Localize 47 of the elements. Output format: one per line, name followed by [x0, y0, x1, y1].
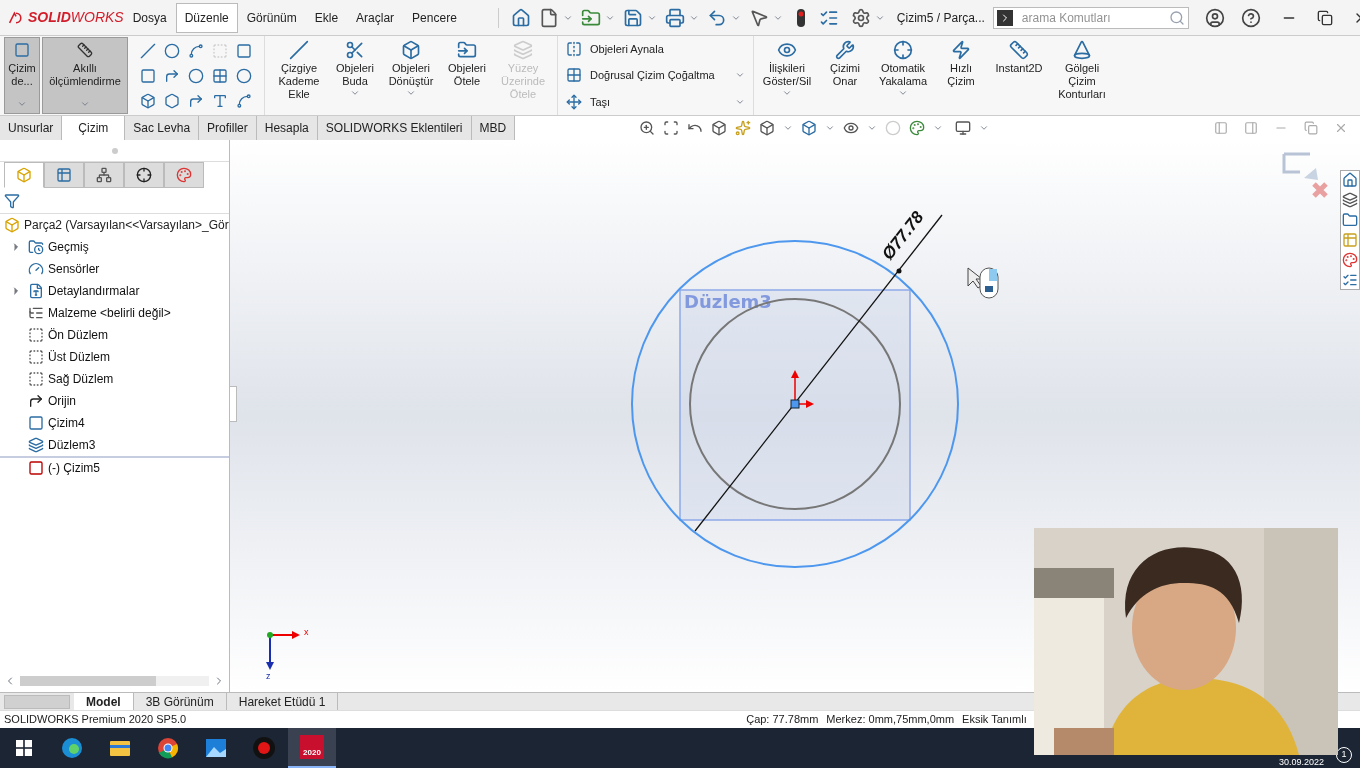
tree-item[interactable]: Detaylandırmalar [48, 282, 140, 300]
tree-item[interactable]: Ön Düzlem [48, 326, 109, 344]
tree-item[interactable]: Orijin [48, 392, 76, 410]
tree-item[interactable]: Malzeme <belirli değil> [48, 304, 171, 322]
ribbon-command-button[interactable]: Objeleri Buda [329, 40, 381, 98]
tree-item[interactable]: (-) Çizim5 [48, 459, 100, 477]
date-text: 30.09.2022 [1278, 757, 1324, 768]
menu-item[interactable]: Görünüm [237, 2, 306, 33]
tree-item[interactable]: Çizim4 [48, 414, 85, 432]
ribbon-command-button[interactable]: Otomatik Yakalama [878, 40, 928, 98]
ribbon-command-button[interactable]: Hızlı Çizim [936, 40, 986, 88]
sketch-command-button[interactable]: Çizim de... [4, 37, 40, 114]
tree-item[interactable]: Üst Düzlem [48, 348, 110, 366]
search-field[interactable]: arama Komutları [992, 6, 1189, 29]
ribbon-command-button[interactable]: Doğrusal Çizim Çoğaltma [566, 67, 745, 84]
app-logo: SOLIDWORKS [28, 8, 124, 27]
tree-item[interactable]: Sensörler [48, 260, 100, 278]
ribbon-command-button[interactable]: İlişkileri Göster/Sil [762, 40, 812, 98]
ribbon-command-button[interactable]: Objeleri Aynala [566, 40, 745, 58]
status-readout: Çap: 77.78mm [746, 712, 819, 728]
status-text: SOLIDWORKS Premium 2020 SP5.0 [4, 712, 187, 728]
status-readout: Merkez: 0mm,75mm,0mm [826, 712, 955, 728]
status-readout: Eksik Tanımlı [962, 712, 1027, 728]
axis-label: z [266, 671, 271, 681]
ribbon-command-button[interactable]: Taşı [566, 93, 745, 111]
axis-label: x [304, 627, 309, 637]
document-title: Çizim5 / Parça... [896, 9, 985, 27]
menu-item[interactable]: Düzenle [175, 2, 238, 33]
menu-item[interactable]: Pencere [403, 2, 466, 33]
ribbon-command-button[interactable]: Gölgeli Çizim Konturları [1052, 40, 1112, 101]
ribbon-command-button[interactable]: Çizimi Onar [820, 40, 870, 88]
menu-item[interactable]: Dosya [123, 2, 176, 33]
ribbon-command-button[interactable]: Objeleri Dönüştür [385, 40, 437, 98]
solidworks-app-icon[interactable]: 2020 [300, 735, 324, 759]
menu-item[interactable]: Ekle [305, 2, 348, 33]
view-tab[interactable]: Model [74, 693, 134, 710]
command-tab[interactable]: Çizim [62, 116, 126, 140]
ribbon-command-button[interactable]: Çizgiye Kademe Ekle [273, 40, 325, 101]
tree-item[interactable]: Parça2 (Varsayılan<<Varsayılan>_Gör [24, 216, 229, 234]
tree-item[interactable]: Düzlem3 [48, 436, 96, 454]
tree-item[interactable]: Geçmiş [48, 238, 89, 256]
sketch-command-button[interactable]: Akıllı ölçümlendirme [42, 37, 128, 114]
ribbon-command-button[interactable]: Instant2D [994, 40, 1044, 75]
menu-item[interactable]: Araçlar [347, 2, 404, 33]
plane-label: Düzlem3 [684, 291, 772, 312]
tree-item[interactable]: Sağ Düzlem [48, 370, 114, 388]
ribbon-command-button[interactable]: Objeleri Ötele [441, 40, 493, 88]
